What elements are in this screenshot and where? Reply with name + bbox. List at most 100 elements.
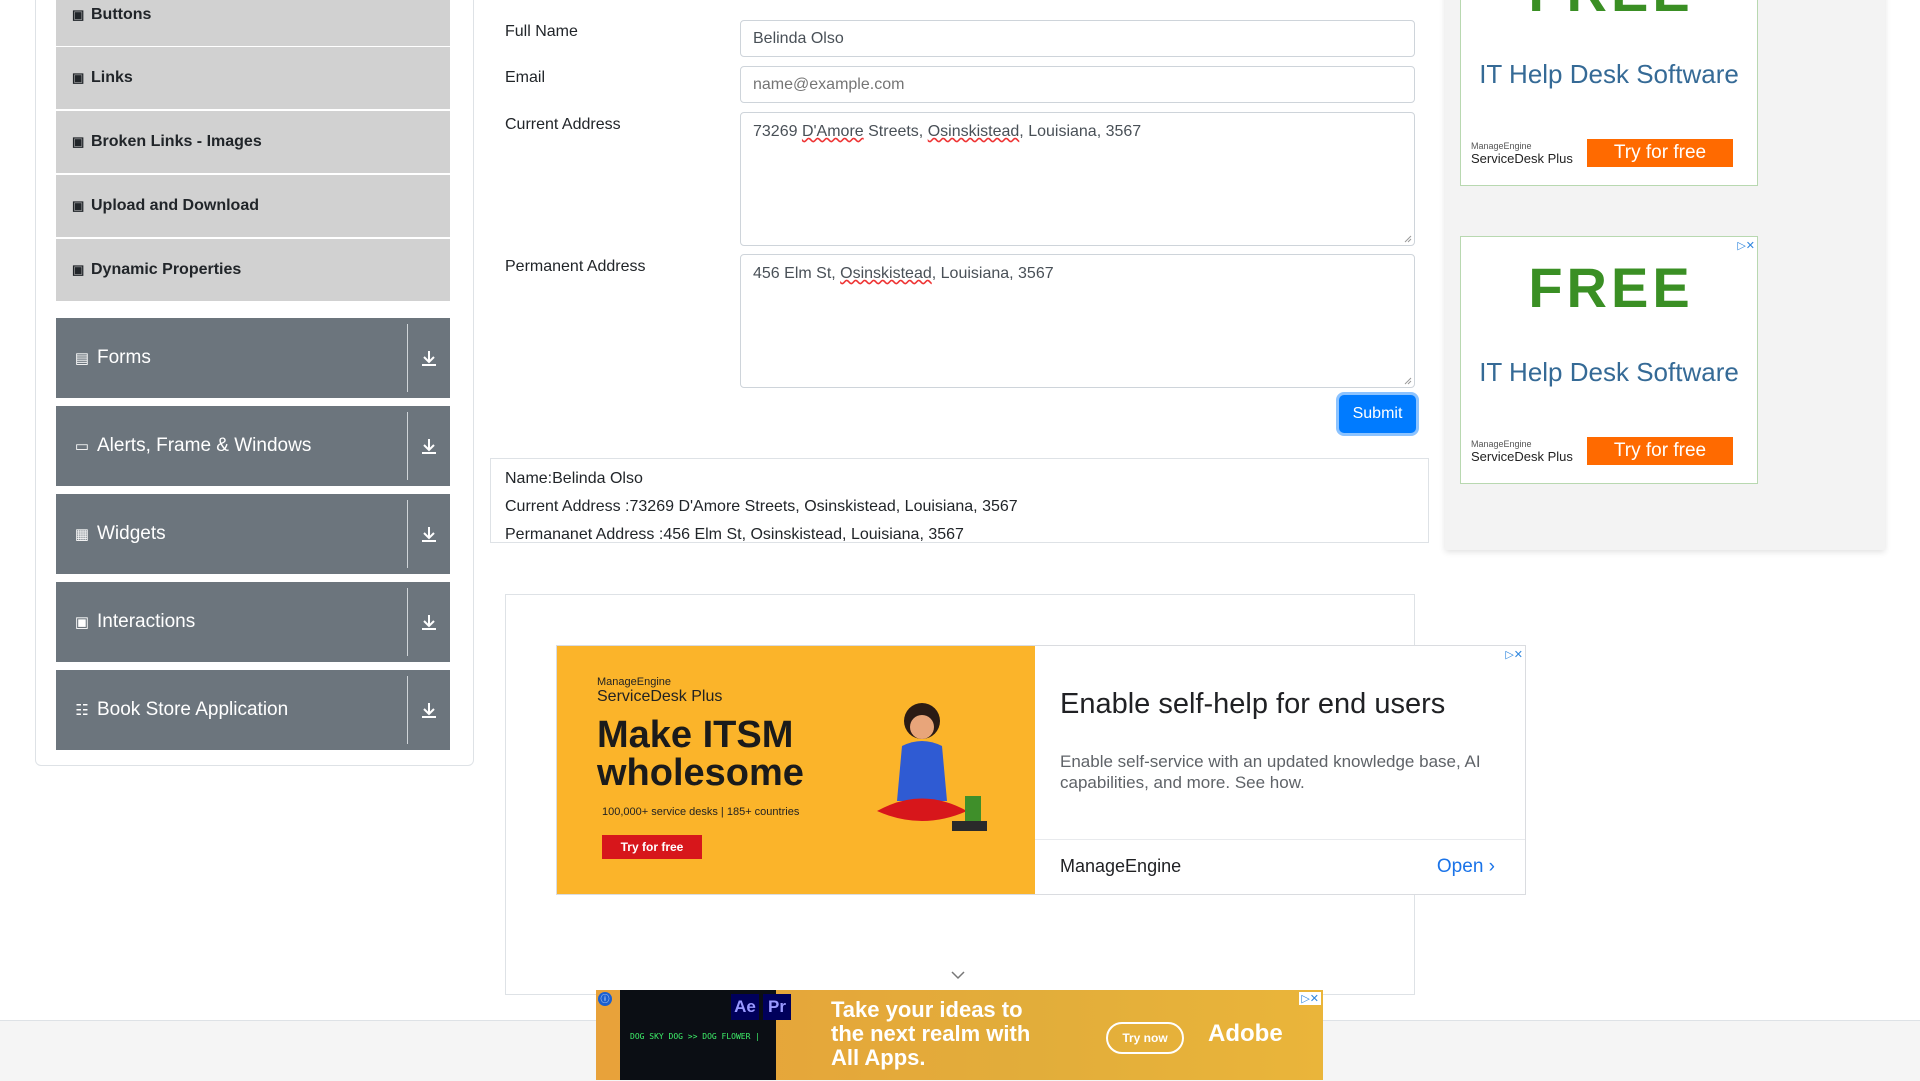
sidebar-item-links[interactable]: ▣ Links xyxy=(56,47,450,109)
adobe-ad-tagline: DOG SKY DOG >> DOG FLOWER | xyxy=(630,1032,761,1041)
divider xyxy=(407,500,408,568)
chevron-right-icon: › xyxy=(1488,856,1495,877)
output-permanent-address: Permananet Address :456 Elm St, Osinskis… xyxy=(505,526,964,543)
sidebar-group-label: Forms xyxy=(97,347,151,368)
email-input[interactable] xyxy=(740,66,1415,103)
address-text: Streets, xyxy=(863,123,928,140)
adobe-ad-line1: Take your ideas to xyxy=(831,997,1023,1022)
output-box: Name:Belinda Olso Current Address :73269… xyxy=(490,458,1429,543)
premiere-icon: Pr xyxy=(763,994,791,1020)
form-icon: ▤ xyxy=(74,350,90,367)
element-icon: ▣ xyxy=(72,70,85,85)
adobe-ad[interactable]: DOG SKY DOG >> DOG FLOWER | ⓘ Ae Pr Take… xyxy=(596,990,1323,1080)
download-icon xyxy=(422,703,436,718)
address-text: , Louisiana, 3567 xyxy=(931,265,1054,282)
ad-brand-small: ManageEngine xyxy=(1471,439,1532,449)
widgets-icon: ▦ xyxy=(74,526,90,543)
permanent-address-textarea[interactable]: 456 Elm St, Osinskistead, Louisiana, 356… xyxy=(740,254,1415,388)
sidebar-item-label: Links xyxy=(91,69,133,86)
sidebar-group-alerts[interactable]: ▭ Alerts, Frame & Windows xyxy=(56,406,450,486)
spellcheck-word: Osinskistead xyxy=(840,265,932,282)
divider xyxy=(407,588,408,656)
sidebar-item-dynamic-properties[interactable]: ▣ Dynamic Properties xyxy=(56,239,450,301)
download-icon xyxy=(422,439,436,454)
ad-choices-icon[interactable]: ▷✕ xyxy=(1737,239,1755,252)
banner-ad-image: ManageEngine ServiceDesk Plus Make ITSM wh… xyxy=(557,646,1035,894)
banner-brand: ManageEngine ServiceDesk Plus xyxy=(597,676,722,706)
sidebar-group-forms[interactable]: ▤ Forms xyxy=(56,318,450,398)
output-current-address: Current Address :73269 D'Amore Streets, … xyxy=(505,498,1018,515)
address-text: 456 Elm St, xyxy=(753,265,841,282)
ad-cta-button[interactable]: Try for free xyxy=(1587,437,1733,465)
banner-open-link[interactable]: Open › xyxy=(1437,856,1495,878)
banner-ad[interactable]: ▷✕ ManageEngine ServiceDesk Plus Make ITS… xyxy=(556,645,1526,895)
resize-grip-icon[interactable] xyxy=(1404,235,1412,243)
banner-headline-line1: Make ITSM xyxy=(597,714,794,756)
current-address-textarea[interactable]: 73269 D'Amore Streets, Osinskistead, Lou… xyxy=(740,112,1415,246)
sidebar-group-interactions[interactable]: ▣ Interactions xyxy=(56,582,450,662)
current-address-label: Current Address xyxy=(505,116,621,133)
banner-cta-button[interactable]: Try for free xyxy=(602,835,702,859)
sidebar-group-label: Interactions xyxy=(97,611,196,632)
address-text: , Louisiana, 3567 xyxy=(1019,123,1142,140)
ad-headline: IT Help Desk Software xyxy=(1479,59,1739,89)
banner-headline-line2: wholesome xyxy=(597,752,804,794)
banner-brand-small: ManageEngine xyxy=(597,676,672,688)
ad-cta-button[interactable]: Try for free xyxy=(1587,139,1733,167)
side-ad-1[interactable]: FREE IT Help Desk Software ManageEngineS… xyxy=(1460,0,1758,186)
adobe-ad-line2: the next realm with xyxy=(831,1021,1031,1046)
sidebar-item-label: Dynamic Properties xyxy=(91,261,242,278)
sidebar-group-label: Widgets xyxy=(97,523,166,544)
resize-grip-icon[interactable] xyxy=(1404,377,1412,385)
ad-choices-icon[interactable]: ▷✕ xyxy=(1299,992,1321,1005)
chevron-down-icon[interactable] xyxy=(950,970,966,980)
output-name: Name:Belinda Olso xyxy=(505,470,643,487)
element-icon: ▣ xyxy=(72,262,85,277)
sidebar-item-broken-links[interactable]: ▣ Broken Links - Images xyxy=(56,111,450,173)
adobe-ad-headline: Take your ideas to the next realm with A… xyxy=(831,998,1030,1070)
banner-company: ManageEngine xyxy=(1060,856,1182,876)
banner-stats: 100,000+ service desks | 185+ countries xyxy=(602,806,800,818)
email-label: Email xyxy=(505,69,546,86)
adobe-try-now-button[interactable]: Try now xyxy=(1106,1022,1184,1054)
element-icon: ▣ xyxy=(72,134,85,149)
ad-choices-icon[interactable]: ▷✕ xyxy=(1505,648,1523,661)
adobe-ad-line3: All Apps. xyxy=(831,1045,926,1070)
sidebar-item-buttons[interactable]: ▣ Buttons xyxy=(56,0,450,46)
sidebar-item-label: Broken Links - Images xyxy=(91,133,262,150)
download-icon xyxy=(422,615,436,630)
element-icon: ▣ xyxy=(72,198,85,213)
side-ad-2[interactable]: ▷✕ FREE IT Help Desk Software ManageEngi… xyxy=(1460,236,1758,484)
divider xyxy=(407,676,408,744)
ad-brand-small: ManageEngine xyxy=(1471,141,1532,151)
banner-brand-name: ServiceDesk Plus xyxy=(597,688,723,705)
spellcheck-word: Osinskistead xyxy=(927,123,1020,140)
sidebar-group-book-store[interactable]: ☷ Book Store Application xyxy=(56,670,450,750)
ad-brand-name: ServiceDesk Plus xyxy=(1471,449,1573,464)
ad-info-icon[interactable]: ⓘ xyxy=(598,992,612,1006)
banner-subtitle: Enable self-service with an updated know… xyxy=(1060,752,1481,792)
sidebar-group-label: Book Store Application xyxy=(97,699,289,720)
sidebar-item-upload-download[interactable]: ▣ Upload and Download xyxy=(56,175,450,237)
ad-brand-name: ServiceDesk Plus xyxy=(1471,151,1573,166)
banner-title: Enable self-help for end users xyxy=(1060,688,1446,720)
download-icon xyxy=(422,351,436,366)
banner-headline: Make ITSM wholesome xyxy=(597,716,804,792)
ad-brand: ManageEngine ServiceDesk Plus xyxy=(1471,141,1573,166)
permanent-address-label: Permanent Address xyxy=(505,258,646,275)
full-name-label: Full Name xyxy=(505,23,578,40)
full-name-input[interactable] xyxy=(740,20,1415,57)
sidebar-group-label: Alerts, Frame & Windows xyxy=(97,435,312,456)
ad-free-text: FREE xyxy=(1528,256,1694,319)
sidebar-item-label: Upload and Download xyxy=(91,197,259,214)
meditating-woman-illustration xyxy=(877,703,987,831)
submit-button[interactable]: Submit xyxy=(1339,395,1416,433)
sidebar-group-widgets[interactable]: ▦ Widgets xyxy=(56,494,450,574)
divider xyxy=(407,324,408,392)
ad-brand: ManageEngine ServiceDesk Plus xyxy=(1471,439,1573,464)
sidebar-item-label: Buttons xyxy=(91,6,152,23)
book-icon: ☷ xyxy=(75,702,89,719)
banner-footer: ManageEngine Open › xyxy=(1035,839,1525,895)
divider xyxy=(407,412,408,480)
ad-free-text: FREE xyxy=(1521,0,1701,24)
